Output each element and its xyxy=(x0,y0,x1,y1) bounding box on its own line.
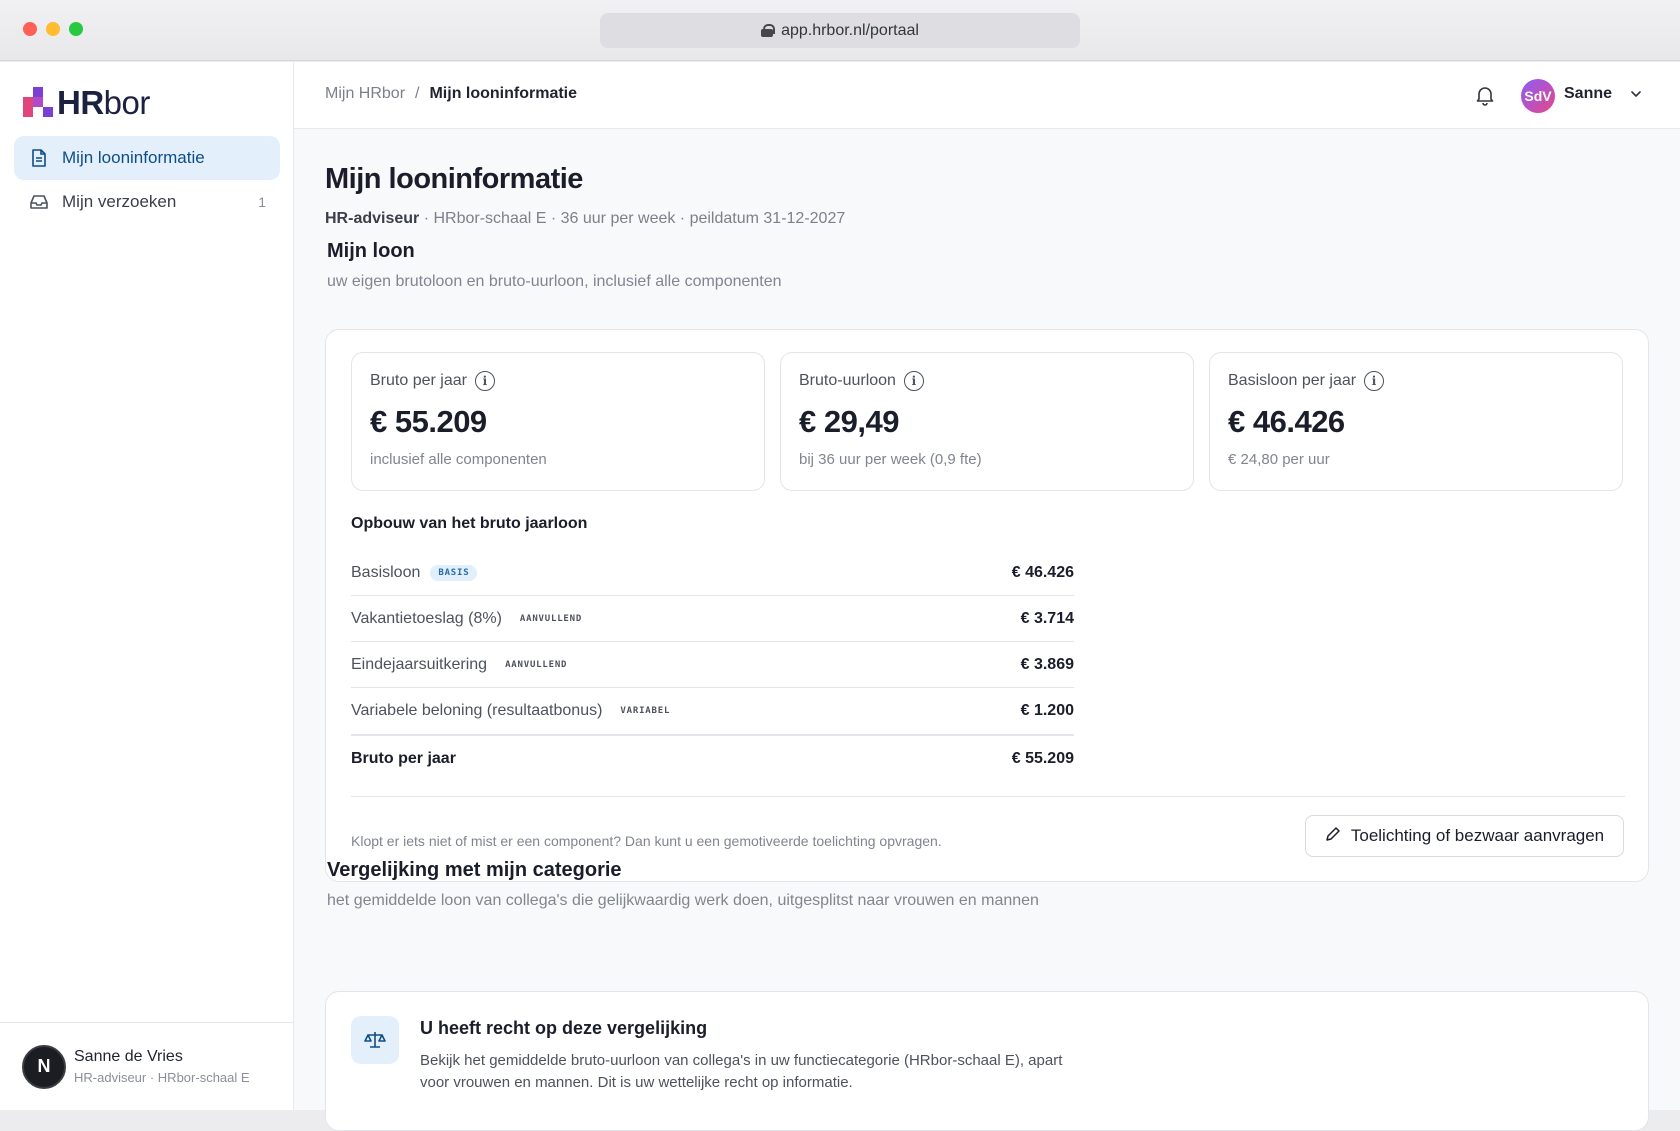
breakdown-title: Opbouw van het bruto jaarloon xyxy=(351,515,588,532)
comparison-card: U heeft recht op deze vergelijking Bekij… xyxy=(325,991,1649,1131)
scale-icon xyxy=(351,1016,399,1064)
comparison-title: U heeft recht op deze vergelijking xyxy=(420,1018,708,1038)
request-explanation-label: Toelichting of bezwaar aanvragen xyxy=(1350,826,1605,845)
document-icon xyxy=(30,149,48,167)
section-subtitle-vergelijking: het gemiddelde loon van collega's die ge… xyxy=(327,892,1039,909)
bell-icon[interactable] xyxy=(1474,84,1496,106)
breadcrumb-root-link[interactable]: Mijn HRbor xyxy=(325,85,405,103)
address-bar[interactable]: app.hrbor.nl/portaal xyxy=(600,13,1080,48)
page-subtitle: HR-adviseur · HRbor-schaal E · 36 uur pe… xyxy=(325,210,845,228)
browser-titlebar: app.hrbor.nl/portaal xyxy=(0,0,1680,61)
section-subtitle-loon: uw eigen brutoloon en bruto-uurloon, inc… xyxy=(327,273,782,290)
inbox-icon xyxy=(30,193,48,211)
close-window-button[interactable] xyxy=(23,22,37,36)
breakdown-label: Eindejaarsuitkering xyxy=(351,655,488,673)
address-bar-url: app.hrbor.nl/portaal xyxy=(781,21,919,39)
breakdown-row: Vakantietoeslag (8%) AANVULLEND € 3.714 xyxy=(351,596,1074,642)
info-icon[interactable]: i xyxy=(474,371,495,391)
breakdown-value: € 3.714 xyxy=(1020,609,1074,627)
stat-card-bruto-uurloon: Bruto-uurloon i € 29,49 bij 36 uur per we… xyxy=(780,352,1194,491)
breakdown-total-label: Bruto per jaar xyxy=(351,750,456,767)
request-explanation-button[interactable]: Toelichting of bezwaar aanvragen xyxy=(1305,815,1624,857)
stat-value: € 55.209 xyxy=(370,404,487,439)
component-badge: AANVULLEND xyxy=(519,613,583,624)
stat-label: Bruto per jaar xyxy=(370,372,467,389)
comparison-text: Bekijk het gemiddelde bruto-uurloon van … xyxy=(420,1052,1063,1091)
pencil-icon xyxy=(1325,826,1341,847)
stat-card-bruto-jaar: Bruto per jaar i € 55.209 inclusief alle … xyxy=(351,352,765,491)
account-name[interactable]: Sanne xyxy=(1564,85,1612,103)
main-content: Mijn HRbor / Mijn looninformatie SdV San… xyxy=(294,62,1680,1131)
breakdown-value: € 46.426 xyxy=(1011,563,1074,581)
minimize-window-button[interactable] xyxy=(46,22,60,36)
divider xyxy=(351,796,1625,797)
brand-name: HRbor xyxy=(57,84,150,121)
breakdown-value: € 1.200 xyxy=(1020,702,1074,719)
maximize-window-button[interactable] xyxy=(69,22,83,36)
breakdown-row: Basisloon BASIS € 46.426 xyxy=(351,550,1074,596)
sidebar-item-looninformatie[interactable]: Mijn looninformatie xyxy=(14,136,280,180)
info-icon[interactable]: i xyxy=(903,371,924,391)
stat-value: € 29,49 xyxy=(799,404,899,439)
request-count-badge: 1 xyxy=(258,194,266,210)
top-bar: Mijn HRbor / Mijn looninformatie SdV San… xyxy=(294,62,1680,129)
breakdown-row: Variabele beloning (resultaatbonus) VARI… xyxy=(351,688,1074,736)
breakdown-label: Variabele beloning (resultaatbonus) xyxy=(351,702,603,719)
stat-card-basisloon: Basisloon per jaar i € 46.426 € 24,80 per… xyxy=(1209,352,1623,491)
breakdown-total-row: Bruto per jaar € 55.209 xyxy=(351,736,1074,782)
component-badge: BASIS xyxy=(430,564,478,581)
section-title-loon: Mijn loon xyxy=(327,240,415,262)
info-icon[interactable]: i xyxy=(1364,371,1385,391)
breadcrumb-current: Mijn looninformatie xyxy=(429,85,578,102)
stat-label: Bruto-uurloon xyxy=(799,372,896,389)
avatar[interactable]: SdV xyxy=(1521,79,1555,113)
stat-value: € 46.426 xyxy=(1228,404,1345,439)
salary-card: Bruto per jaar i € 55.209 inclusief alle … xyxy=(325,329,1649,882)
component-badge: VARIABEL xyxy=(620,706,671,716)
user-name: Sanne de Vries xyxy=(74,1048,183,1065)
page-title: Mijn looninformatie xyxy=(325,163,583,195)
lock-icon xyxy=(761,24,776,37)
job-title: HR-adviseur xyxy=(325,210,420,227)
breakdown-label: Basisloon xyxy=(351,563,421,581)
sidebar: HRbor Mijn looninformatie Mijn verzoeken… xyxy=(0,62,294,1110)
stat-note: bij 36 uur per week (0,9 fte) xyxy=(799,451,982,468)
breakdown-label: Vakantietoeslag (8%) xyxy=(351,609,502,627)
brand-logo[interactable]: HRbor xyxy=(23,84,150,122)
component-badge: AANVULLEND xyxy=(505,659,568,670)
sidebar-item-verzoeken[interactable]: Mijn verzoeken 1 xyxy=(14,180,280,224)
logo-mark-icon xyxy=(23,87,55,119)
chevron-down-icon[interactable] xyxy=(1629,87,1643,101)
stat-note: inclusief alle componenten xyxy=(370,451,547,468)
breakdown-total-value: € 55.209 xyxy=(1011,750,1074,767)
breadcrumb-separator: / xyxy=(415,85,420,102)
job-meta: · HRbor-schaal E · 36 uur per week · pei… xyxy=(423,210,846,227)
objection-hint: Klopt er iets niet of mist er een compon… xyxy=(351,833,942,849)
breakdown-row: Eindejaarsuitkering AANVULLEND € 3.869 xyxy=(351,642,1074,688)
user-avatar: N xyxy=(22,1044,66,1089)
stat-label: Basisloon per jaar xyxy=(1228,372,1357,389)
sidebar-item-label: Mijn looninformatie xyxy=(62,148,205,167)
sidebar-item-label: Mijn verzoeken xyxy=(62,192,177,211)
section-title-vergelijking: Vergelijking met mijn categorie xyxy=(327,859,622,881)
breakdown-value: € 3.869 xyxy=(1020,655,1074,673)
sidebar-user-card[interactable]: N Sanne de Vries HR-adviseur · HRbor-sch… xyxy=(0,1022,293,1110)
stat-note: € 24,80 per uur xyxy=(1228,451,1330,468)
breadcrumb: Mijn HRbor / Mijn looninformatie xyxy=(325,85,577,103)
user-role: HR-adviseur · HRbor-schaal E xyxy=(74,1070,250,1085)
